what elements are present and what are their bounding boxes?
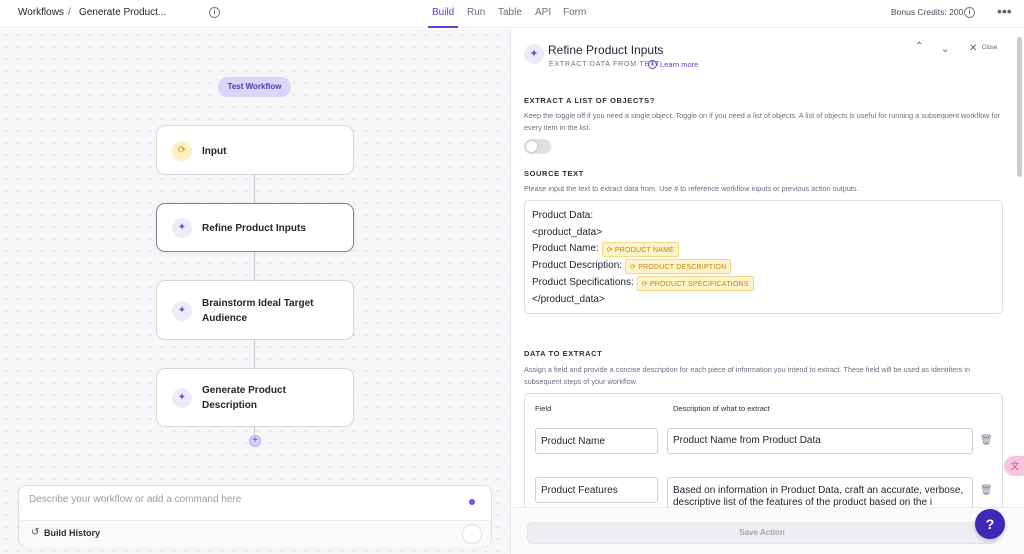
node-label: Input <box>202 146 227 157</box>
tab-run[interactable]: Run <box>467 7 485 18</box>
learn-more-link[interactable]: Learn more <box>660 60 698 69</box>
credits-info-icon[interactable]: i <box>964 7 975 18</box>
panel-subtitle: EXTRACT DATA FROM TEXT <box>549 61 661 68</box>
tab-table[interactable]: Table <box>498 7 522 18</box>
node-label: Refine Product Inputs <box>202 223 306 234</box>
translate-icon[interactable]: 文 <box>1004 456 1024 476</box>
active-tab-indicator <box>428 26 458 28</box>
input-icon: ⟳ <box>172 141 192 161</box>
tab-api[interactable]: API <box>535 7 551 18</box>
node-brainstorm-audience[interactable]: ✦ Brainstorm Ideal Target Audience <box>156 280 354 340</box>
connector-line <box>254 175 255 203</box>
chat-footer: ↺ Build History <box>19 521 491 547</box>
status-dot <box>469 499 475 505</box>
workflow-canvas[interactable]: Test Workflow ⟳ Input ✦ Refine Product I… <box>0 29 511 554</box>
save-action-button[interactable]: Save Action <box>527 522 997 544</box>
field-name-input[interactable] <box>535 428 658 454</box>
source-line: Product Description: ⟳ PRODUCT DESCRIPTIO… <box>532 258 732 274</box>
data-to-extract-description: Assign a field and provide a concise des… <box>524 365 971 386</box>
close-button[interactable]: Close <box>982 45 997 51</box>
help-button[interactable]: ? <box>975 509 1005 539</box>
source-line: Product Specifications: ⟳ PRODUCT SPECIFI… <box>532 275 754 291</box>
build-history-button[interactable]: Build History <box>44 528 100 538</box>
node-label: Generate Product Description <box>202 385 286 411</box>
sparkle-icon: ✦ <box>172 301 192 321</box>
chevron-up-icon[interactable]: ⌃ <box>915 41 923 52</box>
chevron-down-icon[interactable]: ⌄ <box>941 44 949 55</box>
learn-more-info-icon: i <box>648 60 657 69</box>
breadcrumb-current[interactable]: Generate Product... <box>79 7 166 18</box>
sparkle-icon: ✦ <box>172 388 192 408</box>
source-line: Product Data: <box>532 210 594 221</box>
scrollbar[interactable] <box>1017 37 1022 177</box>
wand-icon: ✦ <box>524 44 544 64</box>
node-refine-product-inputs[interactable]: ✦ Refine Product Inputs <box>156 203 354 252</box>
source-text-editor[interactable]: Product Data: <product_data> Product Nam… <box>524 200 1003 314</box>
connector-line <box>254 252 255 280</box>
extract-list-toggle[interactable] <box>524 139 551 154</box>
panel-title: Refine Product Inputs <box>548 43 664 57</box>
top-bar: Workflows / Generate Product... i Build … <box>0 0 1024 28</box>
info-icon[interactable]: i <box>209 7 220 18</box>
send-button[interactable] <box>462 524 482 544</box>
column-header-description: Description of what to extract <box>673 404 770 413</box>
field-name-input[interactable] <box>535 477 658 503</box>
bonus-credits: Bonus Credits: 200 <box>891 7 964 17</box>
data-to-extract-title: DATA TO EXTRACT <box>524 349 603 358</box>
step-settings-panel: ✦ Refine Product Inputs EXTRACT DATA FRO… <box>512 29 1024 554</box>
add-step-button[interactable]: + <box>249 435 261 447</box>
source-line: </product_data> <box>532 294 605 305</box>
history-icon: ↺ <box>31 527 40 538</box>
tab-form[interactable]: Form <box>563 7 586 18</box>
wand-icon: ✦ <box>172 218 192 238</box>
source-line: Product Name: ⟳ PRODUCT NAME <box>532 241 679 257</box>
toggle-knob <box>526 141 537 152</box>
source-line: <product_data> <box>532 227 603 238</box>
breadcrumb-separator: / <box>68 7 71 18</box>
extract-list-title: EXTRACT A LIST OF OBJECTS? <box>524 96 655 105</box>
trash-icon[interactable]: 🗑 <box>980 435 993 446</box>
trash-icon[interactable]: 🗑 <box>980 485 993 496</box>
test-workflow-button[interactable]: Test Workflow <box>218 77 291 97</box>
workflow-chat: ↺ Build History <box>18 485 492 547</box>
source-text-description: Please input the text to extract data fr… <box>524 184 859 193</box>
extract-list-description: Keep the toggle off if you need a single… <box>524 111 1000 132</box>
node-input[interactable]: ⟳ Input <box>156 125 354 175</box>
connector-line <box>254 427 255 435</box>
breadcrumb-workflows[interactable]: Workflows <box>18 7 64 18</box>
variable-chip-product-name[interactable]: ⟳ PRODUCT NAME <box>601 241 679 257</box>
more-options-icon[interactable]: ••• <box>997 3 1012 19</box>
panel-footer: Save Action <box>512 507 1024 554</box>
source-text-title: SOURCE TEXT <box>524 169 584 178</box>
node-label: Brainstorm Ideal Target Audience <box>202 298 314 324</box>
workflow-command-input[interactable] <box>29 494 459 505</box>
variable-chip-product-specifications[interactable]: ⟳ PRODUCT SPECIFICATIONS <box>636 275 754 291</box>
tab-build[interactable]: Build <box>432 7 454 18</box>
variable-chip-product-description[interactable]: ⟳ PRODUCT DESCRIPTION <box>625 258 732 274</box>
close-icon[interactable]: ✕ <box>969 43 977 54</box>
node-generate-description[interactable]: ✦ Generate Product Description <box>156 368 354 427</box>
connector-line <box>254 340 255 368</box>
column-header-field: Field <box>535 404 552 413</box>
field-description-input[interactable]: Product Name from Product Data <box>667 428 973 454</box>
